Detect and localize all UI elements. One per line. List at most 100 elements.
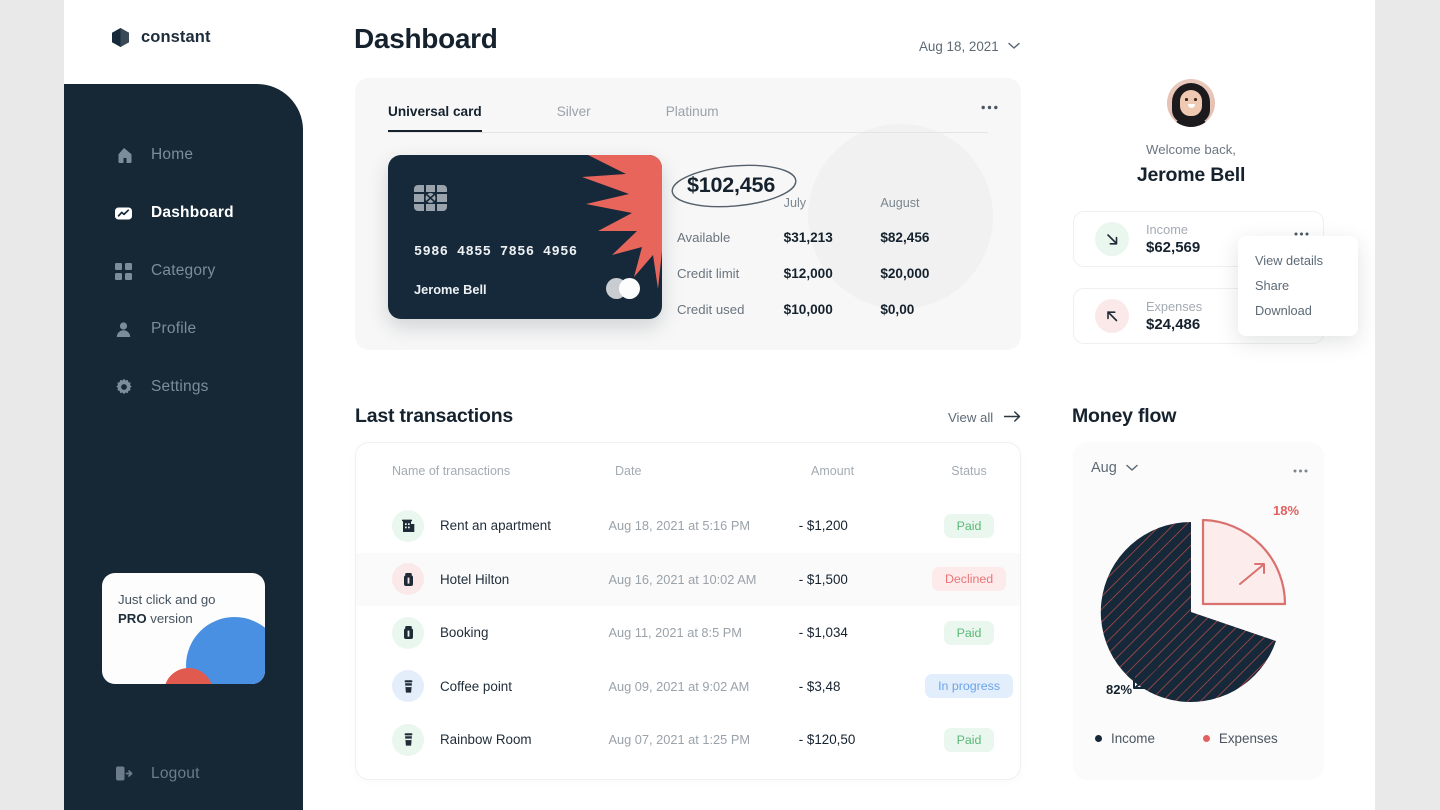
gear-icon (114, 378, 133, 397)
status-badge: Paid (943, 727, 995, 752)
mastercard-icon (606, 278, 640, 299)
suitcase-icon (392, 563, 424, 596)
sidebar-item-dashboard[interactable]: Dashboard (64, 198, 303, 228)
transactions-table: Name of transactions Date Amount Status (355, 442, 1021, 780)
transaction-name: Rainbow Room (440, 732, 532, 748)
menu-item-view-details[interactable]: View details (1238, 248, 1358, 273)
avatar[interactable] (1167, 79, 1215, 127)
kpi-context-menu: View details Share Download (1238, 236, 1358, 336)
transaction-status-cell: Paid (918, 620, 1020, 645)
view-all-label: View all (948, 410, 994, 425)
transaction-status-cell: Paid (918, 727, 1020, 752)
coffee-cup-icon (392, 670, 424, 703)
table-header-row: Name of transactions Date Amount Status (356, 443, 1020, 499)
arrow-up-left-icon (1095, 299, 1129, 333)
tab-platinum[interactable]: Platinum (666, 104, 719, 132)
transaction-name-cell: Booking (392, 616, 608, 649)
column-header-name: Name of transactions (392, 464, 511, 478)
transaction-name: Coffee point (440, 678, 512, 694)
pro-promo-line2: version (146, 611, 193, 627)
balance-block: $102,456 (671, 164, 797, 208)
profile-name: Jerome Bell (1136, 164, 1246, 186)
transaction-amount: - $1,034 (798, 625, 848, 641)
stats-row-credit-limit: Credit limit $12,000 $20,000 (677, 266, 977, 281)
coffee-cup-icon (392, 723, 424, 756)
avatar-eye-left (1185, 98, 1188, 101)
date-range-label: Aug 18, 2021 (919, 38, 999, 54)
sidebar-item-label: Category (151, 262, 216, 279)
sidebar-item-home[interactable]: Home (64, 140, 303, 170)
transaction-status-cell: Declined (918, 567, 1020, 592)
transaction-date: Aug 07, 2021 at 1:25 PM (608, 732, 751, 748)
chevron-down-icon (1126, 460, 1138, 476)
menu-item-share[interactable]: Share (1238, 273, 1358, 298)
stats-row-label: Credit limit (677, 266, 740, 281)
welcome-text: Welcome back, (1146, 142, 1236, 157)
brand-logo[interactable]: constant (110, 27, 211, 48)
sidebar-item-category[interactable]: Category (64, 256, 303, 286)
ellipsis-icon[interactable] (1293, 460, 1308, 478)
transaction-amount: - $1,200 (798, 518, 848, 534)
tab-silver[interactable]: Silver (557, 104, 591, 132)
transactions-title: Last transactions (355, 405, 514, 427)
arrow-right-icon (1003, 410, 1021, 425)
status-badge: Paid (943, 620, 995, 645)
page-title: Dashboard (354, 23, 498, 54)
table-row[interactable]: Rainbow Room Aug 07, 2021 at 1:25 PM - $… (356, 713, 1020, 767)
stats-col-august: August (880, 196, 920, 210)
credit-card[interactable]: 5986 4855 7856 4956 Jerome Bell (388, 155, 662, 319)
sidebar-item-profile[interactable]: Profile (64, 314, 303, 344)
logout-label: Logout (151, 764, 200, 782)
menu-item-download[interactable]: Download (1238, 298, 1358, 323)
avatar-smile (1187, 104, 1195, 108)
money-flow-title: Money flow (1072, 405, 1177, 427)
kpi-text-expenses: Expenses $24,486 (1146, 299, 1202, 333)
card-chip-icon (414, 185, 447, 211)
chart-legend: Income Expenses (1095, 731, 1278, 746)
date-range-picker[interactable]: Aug 18, 2021 (919, 37, 1020, 55)
view-all-transactions-link[interactable]: View all (948, 410, 1021, 425)
logout-button[interactable]: Logout (114, 764, 200, 783)
app-window: constant Home Dashboard Category Profile… (64, 0, 1375, 810)
sidebar-item-label: Home (151, 146, 194, 163)
stats-value-august: $20,000 (880, 266, 930, 281)
transaction-amount: - $120,50 (798, 732, 856, 748)
legend-dot-income (1095, 735, 1102, 742)
card-number: 5986 4855 7856 4956 (414, 245, 578, 260)
sidebar-nav: Home Dashboard Category Profile Settings (64, 140, 303, 430)
transaction-date: Aug 11, 2021 at 8:5 PM (608, 625, 742, 641)
transaction-name-cell: Coffee point (392, 670, 608, 703)
transaction-name-cell: Rainbow Room (392, 723, 608, 756)
tab-universal-card[interactable]: Universal card (388, 104, 482, 132)
money-flow-period-select[interactable]: Aug (1091, 460, 1138, 476)
table-row[interactable]: Rent an apartment Aug 18, 2021 at 5:16 P… (356, 499, 1020, 553)
kpi-value: $62,569 (1146, 239, 1201, 256)
pro-promo-card[interactable]: Just click and go PRO version (102, 573, 265, 684)
cards-panel: Universal card Silver Platinum 5986 4855… (355, 78, 1021, 350)
stats-row-credit-used: Credit used $10,000 $0,00 (677, 302, 977, 317)
transaction-date: Aug 09, 2021 at 9:02 AM (608, 678, 750, 694)
transaction-status-cell: In progress (918, 674, 1020, 699)
brand-name: constant (141, 28, 211, 46)
sidebar: Home Dashboard Category Profile Settings… (64, 84, 303, 810)
status-badge: Declined (931, 567, 1007, 592)
table-row[interactable]: Hotel Hilton Aug 16, 2021 at 10:02 AM - … (356, 552, 1020, 606)
ellipsis-icon[interactable] (981, 97, 998, 115)
table-row[interactable]: Coffee point Aug 09, 2021 at 9:02 AM - $… (356, 660, 1020, 714)
pro-promo-bold: PRO (118, 611, 147, 627)
stats-row-label: Available (677, 230, 731, 245)
legend-label-expenses: Expenses (1218, 731, 1278, 746)
pie-slice-expenses (1201, 518, 1287, 606)
sidebar-item-settings[interactable]: Settings (64, 372, 303, 402)
kpi-label: Expenses (1146, 299, 1203, 314)
transaction-amount: - $3,48 (798, 678, 841, 694)
stats-value-august: $82,456 (880, 230, 930, 245)
table-row[interactable]: Booking Aug 11, 2021 at 8:5 PM - $1,034 … (356, 606, 1020, 660)
transaction-name: Booking (440, 625, 489, 641)
card-holder-name: Jerome Bell (414, 282, 487, 297)
stats-value-july: $31,213 (783, 230, 833, 245)
transaction-amount: - $1,500 (798, 571, 848, 587)
transaction-name: Hotel Hilton (440, 571, 510, 587)
sidebar-item-label: Dashboard (151, 204, 234, 221)
kpi-label: Income (1146, 222, 1188, 237)
